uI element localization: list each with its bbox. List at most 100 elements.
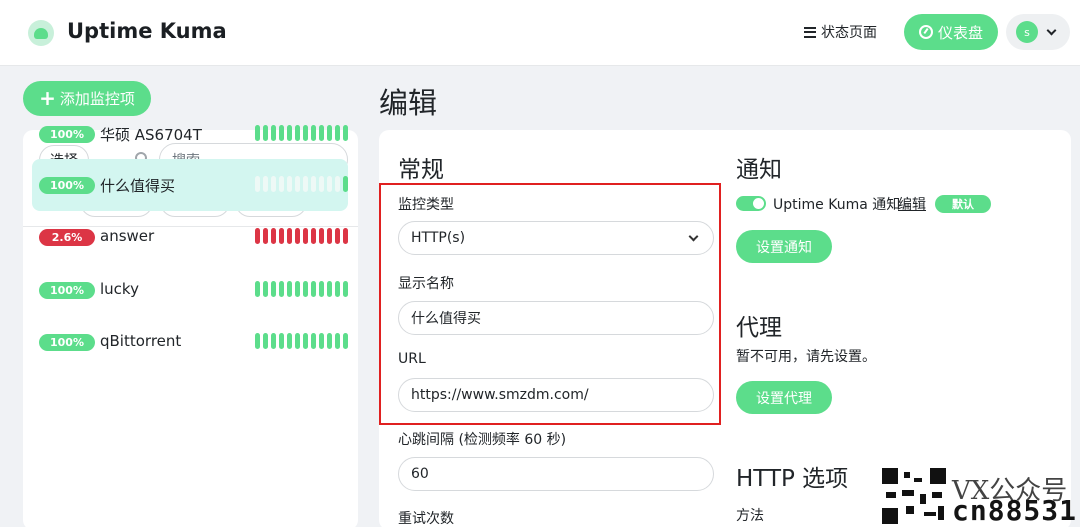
heartbeat-beat bbox=[295, 281, 300, 297]
heartbeat-beat bbox=[271, 333, 276, 349]
monitor-list-item[interactable]: 100% qBittorrent bbox=[32, 316, 348, 368]
monitor-name: answer bbox=[100, 227, 155, 245]
gauge-icon bbox=[918, 25, 933, 39]
heartbeat-beat bbox=[271, 125, 276, 141]
dashboard-label: 仪表盘 bbox=[937, 23, 983, 42]
monitor-list-item[interactable]: 100% lucky bbox=[32, 264, 348, 316]
avatar: s bbox=[1016, 21, 1038, 43]
heartbeat-beat bbox=[255, 176, 260, 192]
heartbeat-beat bbox=[295, 176, 300, 192]
watermark-line-2: cn88531 bbox=[952, 494, 1078, 527]
heartbeat-beat bbox=[343, 176, 348, 192]
status-page-link[interactable]: 状态页面 bbox=[804, 22, 877, 42]
setup-proxy-button[interactable]: 设置代理 bbox=[736, 381, 832, 414]
heartbeat-input[interactable]: 60 bbox=[398, 457, 714, 491]
notification-edit-link[interactable]: 编辑 bbox=[898, 194, 926, 214]
notifications-heading: 通知 bbox=[736, 157, 782, 183]
heartbeat-beat bbox=[335, 333, 340, 349]
uptime-badge: 100% bbox=[39, 334, 95, 351]
heartbeat-beat bbox=[255, 228, 260, 244]
heartbeat-beat bbox=[319, 228, 324, 244]
heartbeat-beat bbox=[295, 228, 300, 244]
heartbeat-beat bbox=[311, 125, 316, 141]
heartbeat-beat bbox=[327, 333, 332, 349]
setup-notification-button[interactable]: 设置通知 bbox=[736, 230, 832, 263]
plus-icon: + bbox=[39, 85, 56, 110]
heartbeat-beat bbox=[319, 281, 324, 297]
retries-label: 重试次数 bbox=[398, 511, 454, 527]
heartbeat-beat bbox=[279, 228, 284, 244]
app-title[interactable]: Uptime Kuma bbox=[67, 19, 227, 43]
http-options-heading: HTTP 选项 bbox=[736, 466, 849, 492]
heartbeat-beat bbox=[255, 125, 260, 141]
display-name-value: 什么值得买 bbox=[411, 311, 481, 327]
heartbeat-beat bbox=[287, 176, 292, 192]
heartbeat-beat bbox=[319, 125, 324, 141]
monitor-list-item[interactable]: 100% 华硕 AS6704T bbox=[32, 108, 348, 160]
heartbeat-beat bbox=[255, 333, 260, 349]
heartbeat-beat bbox=[263, 125, 268, 141]
heartbeat-value: 60 bbox=[411, 466, 429, 482]
monitor-type-select[interactable]: HTTP(s) bbox=[398, 221, 714, 255]
heartbeat-beat bbox=[255, 281, 260, 297]
heartbeat-beat bbox=[327, 176, 332, 192]
heartbeat-beat bbox=[327, 281, 332, 297]
monitor-list-item[interactable]: 2.6% answer bbox=[32, 211, 348, 263]
uptime-kuma-logo-icon[interactable] bbox=[28, 20, 54, 46]
heartbeat-beat bbox=[295, 125, 300, 141]
dashboard-button[interactable]: 仪表盘 bbox=[904, 14, 998, 50]
heartbeat-beat bbox=[311, 333, 316, 349]
heartbeat-beat bbox=[271, 281, 276, 297]
monitor-list-item[interactable]: 100% 什么值得买 bbox=[32, 159, 348, 211]
top-header: Uptime Kuma 状态页面 仪表盘 s bbox=[0, 0, 1080, 66]
chevron-down-icon bbox=[1046, 25, 1057, 35]
monitor-name: 华硕 AS6704T bbox=[100, 126, 202, 144]
uptime-badge: 100% bbox=[39, 126, 95, 143]
heartbeat-bar bbox=[255, 176, 348, 192]
heartbeat-beat bbox=[263, 176, 268, 192]
heartbeat-beat bbox=[287, 281, 292, 297]
add-monitor-label: 添加监控项 bbox=[59, 90, 135, 108]
heartbeat-beat bbox=[279, 176, 284, 192]
uptime-badge: 100% bbox=[39, 282, 95, 299]
display-name-input[interactable]: 什么值得买 bbox=[398, 301, 714, 335]
heartbeat-beat bbox=[343, 228, 348, 244]
heartbeat-beat bbox=[335, 176, 340, 192]
heartbeat-beat bbox=[279, 333, 284, 349]
heartbeat-beat bbox=[263, 281, 268, 297]
heartbeat-beat bbox=[311, 228, 316, 244]
heartbeat-beat bbox=[287, 125, 292, 141]
monitor-type-value: HTTP(s) bbox=[411, 230, 466, 246]
url-label: URL bbox=[398, 351, 426, 367]
general-heading: 常规 bbox=[398, 157, 444, 183]
profile-dropdown[interactable]: s bbox=[1006, 14, 1070, 50]
uptime-badge: 2.6% bbox=[39, 229, 95, 246]
url-value: https://www.smzdm.com/ bbox=[411, 387, 589, 403]
url-input[interactable]: https://www.smzdm.com/ bbox=[398, 378, 714, 412]
proxy-message: 暂不可用，请先设置。 bbox=[736, 349, 876, 365]
heartbeat-beat bbox=[287, 228, 292, 244]
list-icon bbox=[804, 26, 816, 38]
heartbeat-beat bbox=[303, 176, 308, 192]
heartbeat-beat bbox=[335, 125, 340, 141]
heartbeat-beat bbox=[295, 333, 300, 349]
monitor-name: qBittorrent bbox=[100, 332, 182, 350]
heartbeat-beat bbox=[263, 333, 268, 349]
heartbeat-bar bbox=[255, 228, 348, 244]
heartbeat-beat bbox=[271, 228, 276, 244]
edit-form-panel: 常规 监控类型 HTTP(s) 显示名称 什么值得买 URL https://w… bbox=[379, 130, 1071, 527]
monitor-name: 什么值得买 bbox=[100, 177, 176, 195]
heartbeat-beat bbox=[263, 228, 268, 244]
heartbeat-beat bbox=[343, 333, 348, 349]
heartbeat-beat bbox=[287, 333, 292, 349]
method-label: 方法 bbox=[736, 508, 764, 524]
status-page-label: 状态页面 bbox=[821, 25, 877, 41]
heartbeat-beat bbox=[335, 281, 340, 297]
default-badge: 默认 bbox=[935, 195, 991, 213]
monitor-type-label: 监控类型 bbox=[398, 197, 454, 213]
notification-toggle[interactable] bbox=[736, 196, 766, 211]
heartbeat-beat bbox=[279, 125, 284, 141]
qr-code-icon bbox=[880, 466, 948, 526]
heartbeat-beat bbox=[303, 333, 308, 349]
heartbeat-beat bbox=[303, 125, 308, 141]
